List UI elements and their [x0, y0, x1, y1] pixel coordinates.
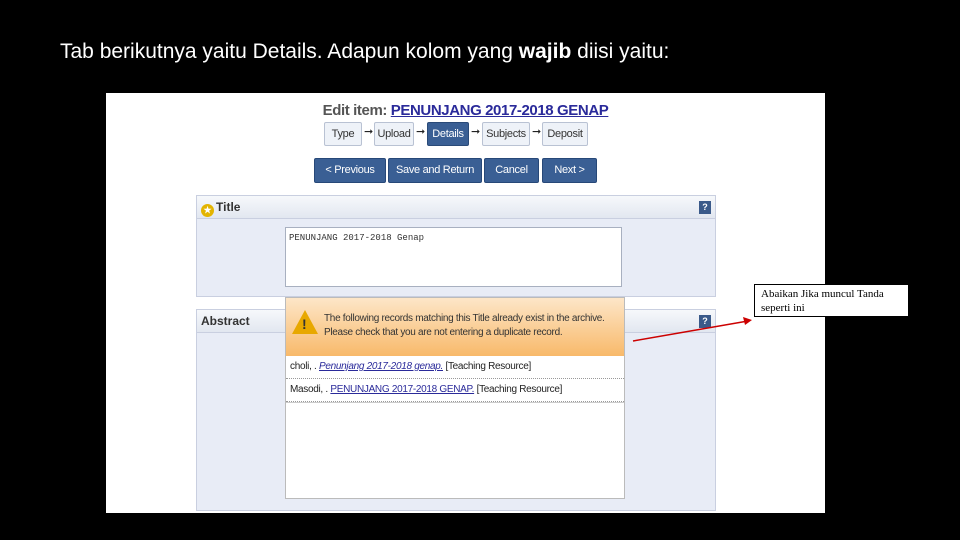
- arrow-line: [632, 320, 749, 342]
- annotation-note: Abaikan Jika muncul Tanda seperti ini: [754, 284, 909, 317]
- pointer-arrow: [632, 317, 752, 342]
- arrow-head-icon: [743, 317, 752, 325]
